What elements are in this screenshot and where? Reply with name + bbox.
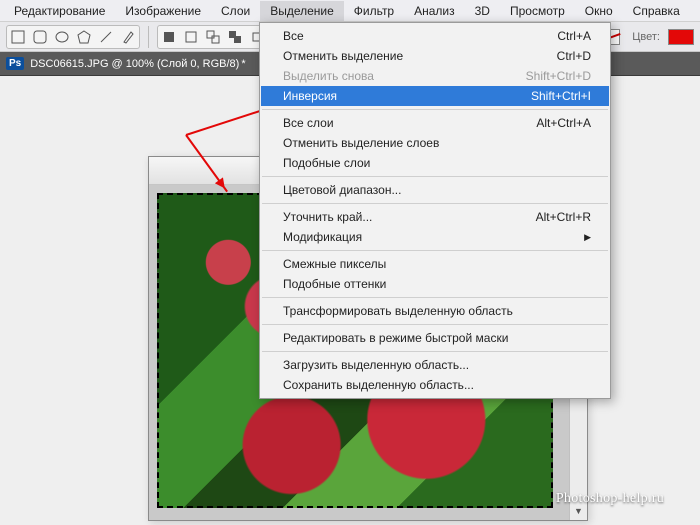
menu-item: Выделить снова Shift+Ctrl+D [261, 66, 609, 86]
color-label: Цвет: [632, 31, 660, 43]
menu-item-shortcut: Ctrl+D [557, 49, 591, 63]
menu-item[interactable]: Цветовой диапазон... [261, 180, 609, 200]
menubar-item[interactable]: Выделение [260, 1, 344, 21]
mode-c-icon[interactable] [203, 27, 223, 47]
selection-menu-dropdown: Все Ctrl+A Отменить выделение Ctrl+D Выделит… [259, 22, 611, 399]
menu-item[interactable]: Все Ctrl+A [261, 26, 609, 46]
menu-separator [262, 176, 608, 177]
menubar-item[interactable]: Окно [575, 1, 623, 21]
menu-separator [262, 203, 608, 204]
menu-item-label: Трансформировать выделенную область [283, 304, 513, 318]
menu-item-label: Загрузить выделенную область... [283, 358, 469, 372]
menu-separator [262, 250, 608, 251]
menu-item[interactable]: Трансформировать выделенную область [261, 301, 609, 321]
menubar-item[interactable]: Изображение [115, 1, 211, 21]
menu-item-label: Отменить выделение [283, 49, 403, 63]
menu-item-shortcut: Shift+Ctrl+D [526, 69, 591, 83]
menu-item-label: Все слои [283, 116, 334, 130]
menu-item-label: Инверсия [283, 89, 337, 103]
menubar-item[interactable]: 3D [465, 1, 500, 21]
pen-tool-icon[interactable] [118, 27, 138, 47]
mode-b-icon[interactable] [181, 27, 201, 47]
menubar-item[interactable]: Справка [623, 1, 690, 21]
rect-tool-icon[interactable] [8, 27, 28, 47]
menu-separator [262, 109, 608, 110]
menu-item[interactable]: Подобные слои [261, 153, 609, 173]
menu-item-label: Уточнить край... [283, 210, 372, 224]
menu-item-label: Подобные оттенки [283, 277, 386, 291]
menu-item[interactable]: Сохранить выделенную область... [261, 375, 609, 395]
menu-item-label: Подобные слои [283, 156, 370, 170]
toolbar-separator [148, 26, 149, 48]
menu-item-shortcut: Alt+Ctrl+A [536, 116, 591, 130]
menubar: РедактированиеИзображениеСлоиВыделениеФи… [0, 0, 700, 22]
document-title: DSC06615.JPG @ 100% (Слой 0, RGB/8) [30, 58, 239, 70]
menu-item[interactable]: Редактировать в режиме быстрой маски [261, 328, 609, 348]
menu-item-label: Все [283, 29, 304, 43]
menu-item-label: Модификация [283, 230, 362, 244]
menu-item[interactable]: Подобные оттенки [261, 274, 609, 294]
line-tool-icon[interactable] [96, 27, 116, 47]
menu-separator [262, 297, 608, 298]
polygon-tool-icon[interactable] [74, 27, 94, 47]
menu-item-label: Смежные пикселы [283, 257, 386, 271]
menubar-item[interactable]: Фильтр [344, 1, 404, 21]
mode-d-icon[interactable] [225, 27, 245, 47]
menu-item[interactable]: Загрузить выделенную область... [261, 355, 609, 375]
menu-item-label: Сохранить выделенную область... [283, 378, 474, 392]
menubar-item[interactable]: Редактирование [4, 1, 115, 21]
menu-item-label: Отменить выделение слоев [283, 136, 439, 150]
menu-item-shortcut: Shift+Ctrl+I [531, 89, 591, 103]
ellipse-tool-icon[interactable] [52, 27, 72, 47]
menu-item-label: Редактировать в режиме быстрой маски [283, 331, 508, 345]
menu-item-shortcut: Alt+Ctrl+R [536, 210, 591, 224]
menu-item[interactable]: Все слои Alt+Ctrl+A [261, 113, 609, 133]
menu-separator [262, 324, 608, 325]
menu-item[interactable]: Уточнить край... Alt+Ctrl+R [261, 207, 609, 227]
menubar-item[interactable]: Анализ [404, 1, 465, 21]
submenu-arrow-icon: ▶ [574, 232, 591, 243]
menu-item[interactable]: Отменить выделение слоев [261, 133, 609, 153]
menu-item[interactable]: Модификация ▶ [261, 227, 609, 247]
roundrect-tool-icon[interactable] [30, 27, 50, 47]
menu-item[interactable]: Отменить выделение Ctrl+D [261, 46, 609, 66]
path-mode-group[interactable] [157, 25, 269, 49]
menu-item-label: Цветовой диапазон... [283, 183, 401, 197]
menu-item-shortcut: Ctrl+A [557, 29, 591, 43]
modified-marker: * [241, 58, 245, 70]
menubar-item[interactable]: Слои [211, 1, 260, 21]
menu-item[interactable]: Инверсия Shift+Ctrl+I [261, 86, 609, 106]
shape-tool-group[interactable] [6, 25, 140, 49]
mode-a-icon[interactable] [159, 27, 179, 47]
color-swatch[interactable] [668, 29, 694, 45]
ps-badge-icon: Ps [6, 57, 24, 70]
menu-item[interactable]: Смежные пикселы [261, 254, 609, 274]
menubar-item[interactable]: Просмотр [500, 1, 575, 21]
watermark: Photoshop-help.ru [556, 491, 664, 507]
menu-item-label: Выделить снова [283, 69, 374, 83]
menu-separator [262, 351, 608, 352]
